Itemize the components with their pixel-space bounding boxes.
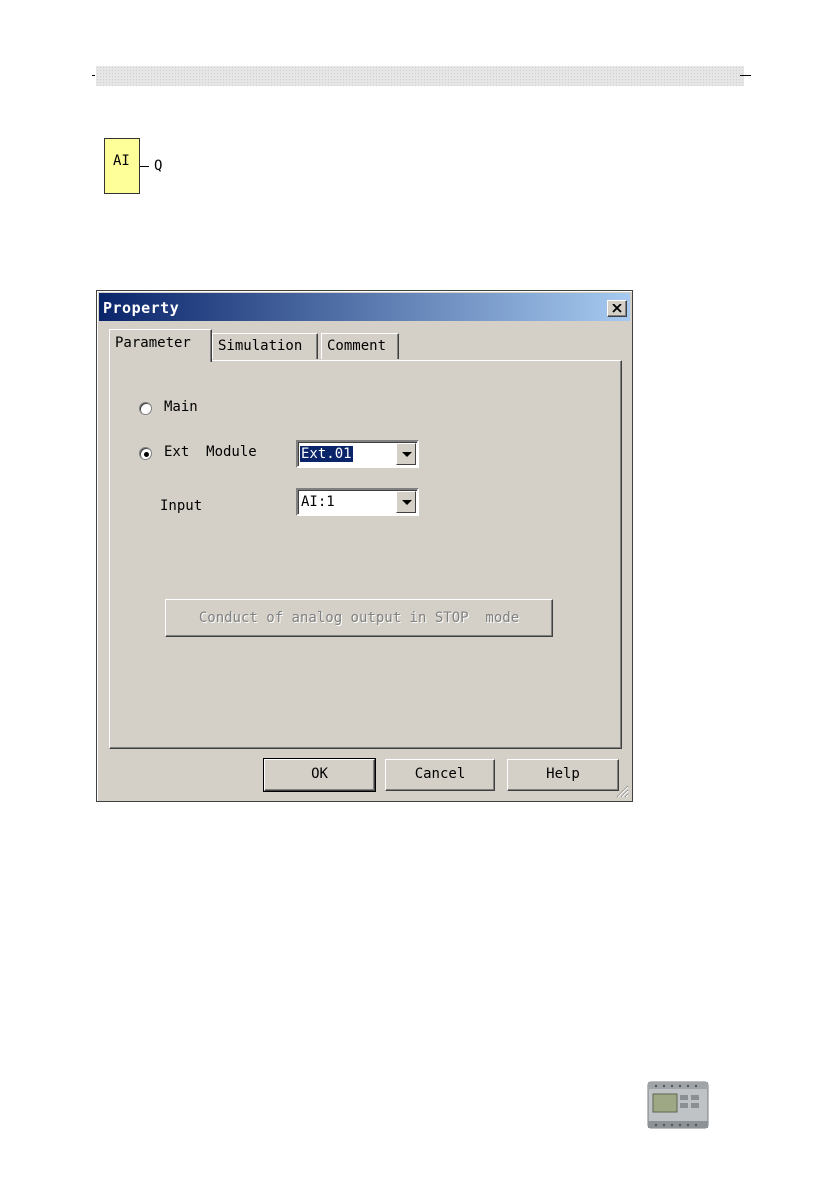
chevron-down-icon[interactable] (396, 491, 416, 513)
tab-comment[interactable]: Comment (321, 333, 399, 359)
main-radio[interactable] (139, 402, 152, 415)
main-radio-label: Main (164, 399, 198, 415)
header-tick (92, 75, 95, 76)
header-band (96, 66, 744, 86)
function-block-output-label: Q (154, 158, 163, 174)
input-label: Input (160, 498, 203, 514)
ext-module-radio[interactable] (139, 447, 152, 460)
close-button[interactable] (607, 300, 627, 317)
chevron-down-icon[interactable] (396, 443, 416, 465)
dialog-title: Property (103, 299, 180, 317)
input-value: AI:1 (301, 494, 335, 510)
function-block-label: AI (113, 153, 130, 169)
ext-module-value: Ext.01 (300, 446, 353, 462)
dialog-titlebar[interactable]: Property (99, 293, 630, 321)
ext-module-select[interactable]: Ext.01 (296, 440, 419, 468)
cancel-button[interactable]: Cancel (385, 759, 495, 791)
property-dialog: Property Parameter Simulation Comment Ma… (96, 290, 633, 802)
parameter-panel: Main Ext Module Ext.01 Input AI:1 Conduc… (109, 360, 622, 749)
resize-grip-icon[interactable] (615, 784, 629, 798)
function-block-output-line (140, 166, 149, 167)
ok-button[interactable]: OK (263, 758, 376, 792)
help-button[interactable]: Help (507, 759, 619, 791)
plc-module-icon (647, 1081, 709, 1129)
close-icon (612, 304, 622, 313)
header-rule (740, 75, 751, 76)
radio-selected-dot (144, 452, 149, 457)
analog-output-stop-mode-button[interactable]: Conduct of analog output in STOP mode (165, 599, 553, 637)
ext-module-radio-label: Ext Module (164, 444, 257, 460)
tab-parameter[interactable]: Parameter (109, 329, 212, 362)
input-select[interactable]: AI:1 (296, 488, 419, 516)
tab-simulation[interactable]: Simulation (212, 333, 318, 359)
